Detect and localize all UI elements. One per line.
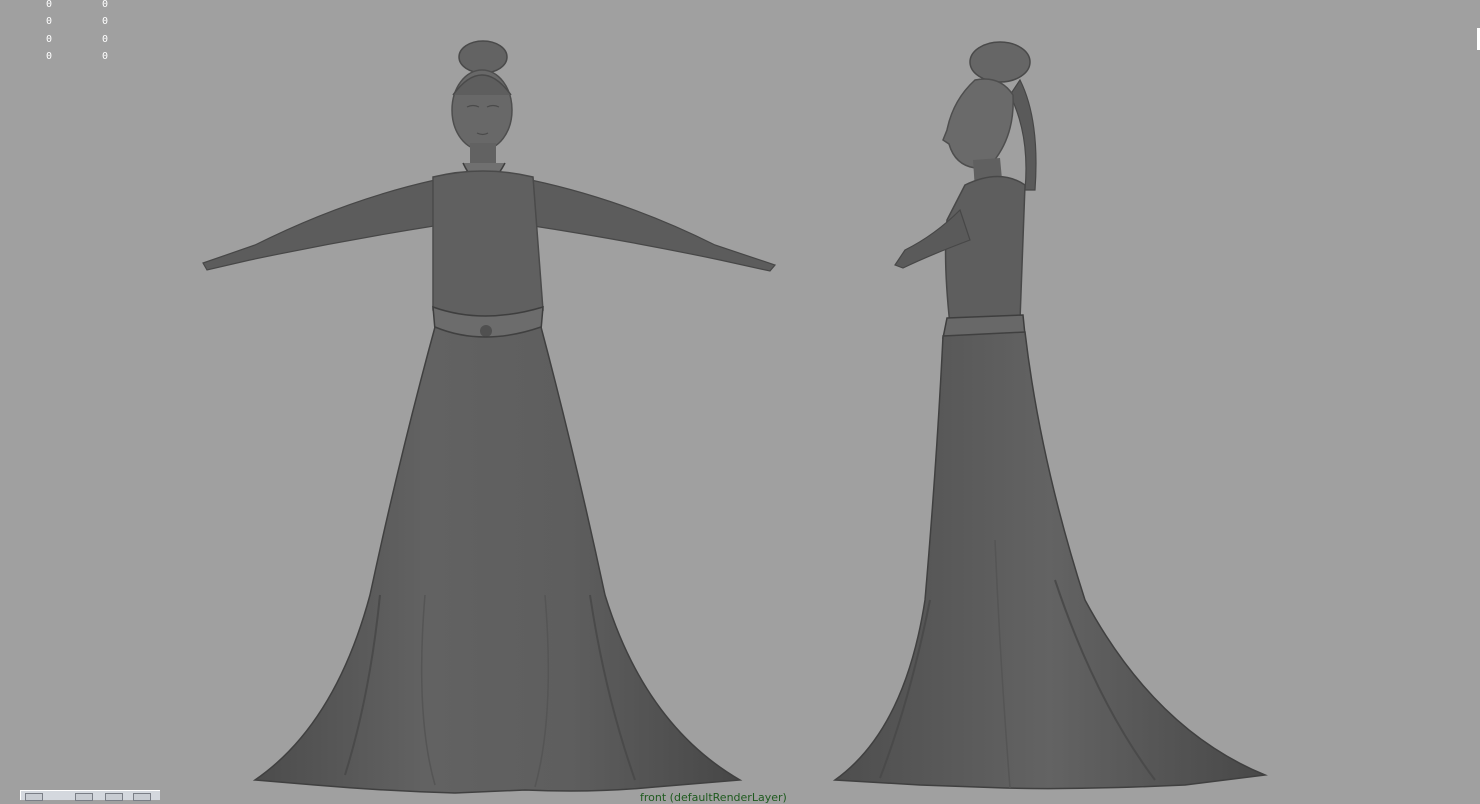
hud-value: 0 <box>102 0 109 10</box>
hud-value: 0 <box>102 51 109 62</box>
hud-value: 0 <box>46 34 53 45</box>
figure-front-view[interactable] <box>195 35 785 800</box>
figure-side-view[interactable] <box>825 40 1275 800</box>
hud-value: 0 <box>102 16 109 27</box>
taskbar <box>20 790 160 801</box>
hud-value: 0 <box>46 0 53 10</box>
hud-value: 0 <box>46 51 53 62</box>
hud-value: 0 <box>102 34 109 45</box>
hud-value: 0 <box>46 16 53 27</box>
camera-label: front (defaultRenderLayer) <box>640 791 787 804</box>
maya-viewport[interactable]: 0 0 0 0 0 0 0 0 front (defaultRenderLaye… <box>0 0 1480 804</box>
